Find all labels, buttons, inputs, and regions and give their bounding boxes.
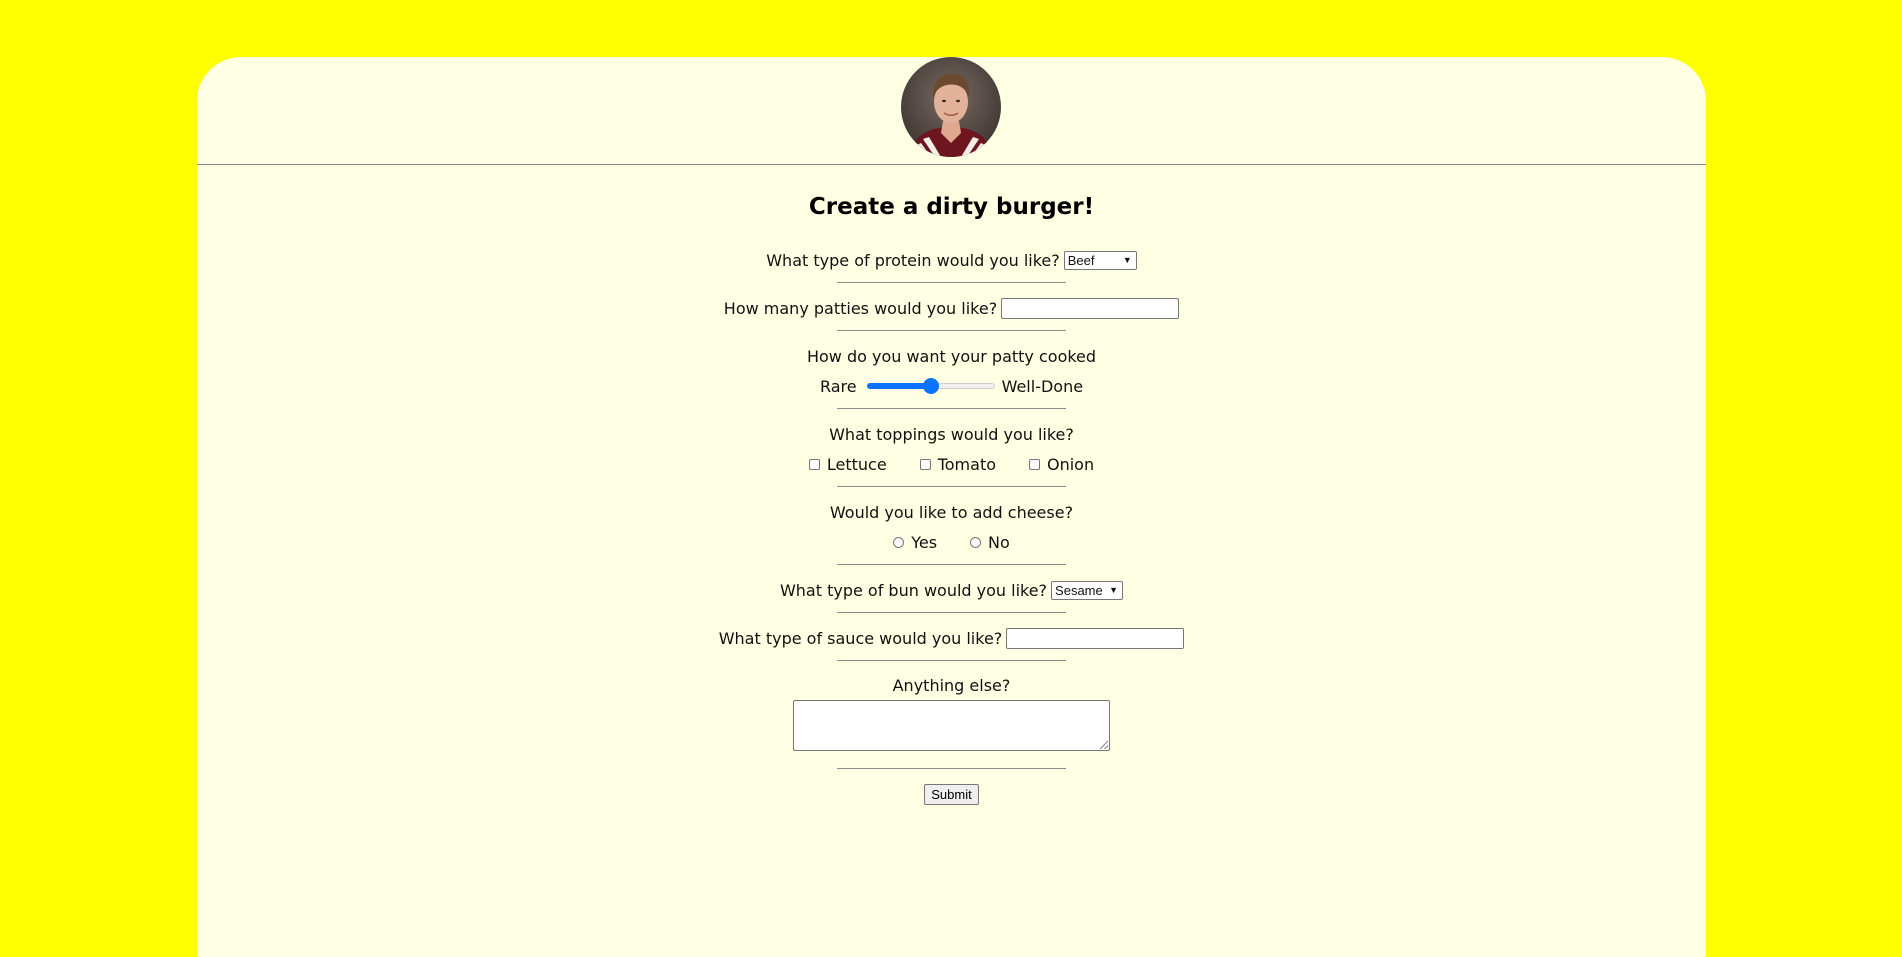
- protein-select-value: Beef: [1067, 252, 1095, 268]
- protein-select[interactable]: Beef ▼: [1063, 250, 1137, 270]
- form-title: Create a dirty burger!: [808, 194, 1095, 220]
- extra-question-row: Anything else?: [197, 674, 1706, 696]
- resize-grip-icon[interactable]: [1100, 741, 1108, 749]
- topping-option-lettuce[interactable]: Lettuce: [808, 454, 887, 474]
- toppings-question-row: What toppings would you like?: [197, 423, 1706, 445]
- lettuce-checkbox[interactable]: [808, 458, 820, 470]
- cheese-no-radio[interactable]: [970, 536, 982, 548]
- cheese-label: Would you like to add cheese?: [829, 502, 1074, 522]
- cook-label: How do you want your patty cooked: [806, 346, 1097, 366]
- slider-min-label: Rare: [819, 376, 857, 396]
- cheese-option-no[interactable]: No: [970, 533, 1010, 552]
- divider: [837, 768, 1066, 769]
- slider-thumb[interactable]: [922, 378, 939, 394]
- protein-label: What type of protein would you like?: [766, 250, 1060, 270]
- divider: [837, 486, 1066, 487]
- bun-select-value: Sesame: [1055, 582, 1103, 598]
- extra-textarea-row: [197, 700, 1706, 751]
- patties-input[interactable]: [1001, 297, 1180, 319]
- cook-slider-row: Rare Well-Done: [197, 375, 1706, 397]
- form-card: Create a dirty burger! What type of prot…: [197, 57, 1706, 957]
- divider: [837, 612, 1066, 613]
- divider: [837, 660, 1066, 661]
- topping-option-label: Tomato: [937, 454, 996, 474]
- extra-label: Anything else?: [892, 675, 1011, 695]
- cheese-option-label: Yes: [911, 532, 938, 552]
- profile-photo-icon: [901, 57, 1001, 157]
- divider: [837, 282, 1066, 283]
- protein-row: What type of protein would you like? Bee…: [197, 249, 1706, 271]
- chevron-down-icon: ▼: [1109, 585, 1119, 595]
- tomato-checkbox[interactable]: [919, 458, 931, 470]
- topping-option-label: Onion: [1047, 454, 1095, 474]
- slider-fill: [866, 383, 931, 389]
- bun-select[interactable]: Sesame ▼: [1051, 580, 1124, 600]
- avatar: [901, 57, 1001, 157]
- cheese-options-row: Yes No: [197, 531, 1706, 553]
- sauce-label: What type of sauce would you like?: [718, 628, 1003, 648]
- cheese-yes-radio[interactable]: [893, 536, 905, 548]
- patties-label: How many patties would you like?: [723, 298, 998, 318]
- cook-question-row: How do you want your patty cooked: [197, 345, 1706, 367]
- doneness-slider[interactable]: [866, 378, 995, 394]
- bun-label: What type of bun would you like?: [779, 580, 1048, 600]
- topping-option-onion[interactable]: Onion: [1029, 455, 1094, 474]
- sauce-row: What type of sauce would you like?: [197, 627, 1706, 649]
- toppings-options-row: Lettuce Tomato Onion: [197, 453, 1706, 475]
- cheese-option-label: No: [988, 532, 1010, 552]
- divider: [837, 564, 1066, 565]
- cheese-option-yes[interactable]: Yes: [893, 533, 937, 552]
- topping-option-label: Lettuce: [826, 454, 887, 474]
- slider-max-label: Well-Done: [1001, 376, 1084, 396]
- bun-row: What type of bun would you like? Sesame …: [197, 579, 1706, 601]
- sauce-input[interactable]: [1006, 627, 1185, 649]
- divider: [837, 408, 1066, 409]
- cheese-question-row: Would you like to add cheese?: [197, 501, 1706, 523]
- chevron-down-icon: ▼: [1122, 255, 1132, 265]
- onion-checkbox[interactable]: [1029, 458, 1040, 470]
- submit-button[interactable]: Submit: [924, 784, 979, 805]
- patties-row: How many patties would you like?: [197, 297, 1706, 319]
- topping-option-tomato[interactable]: Tomato: [919, 454, 996, 474]
- extra-textarea[interactable]: [793, 700, 1110, 751]
- toppings-label: What toppings would you like?: [829, 424, 1074, 444]
- divider: [837, 330, 1066, 331]
- submit-row: Submit: [197, 784, 1706, 805]
- header-divider: [197, 164, 1706, 165]
